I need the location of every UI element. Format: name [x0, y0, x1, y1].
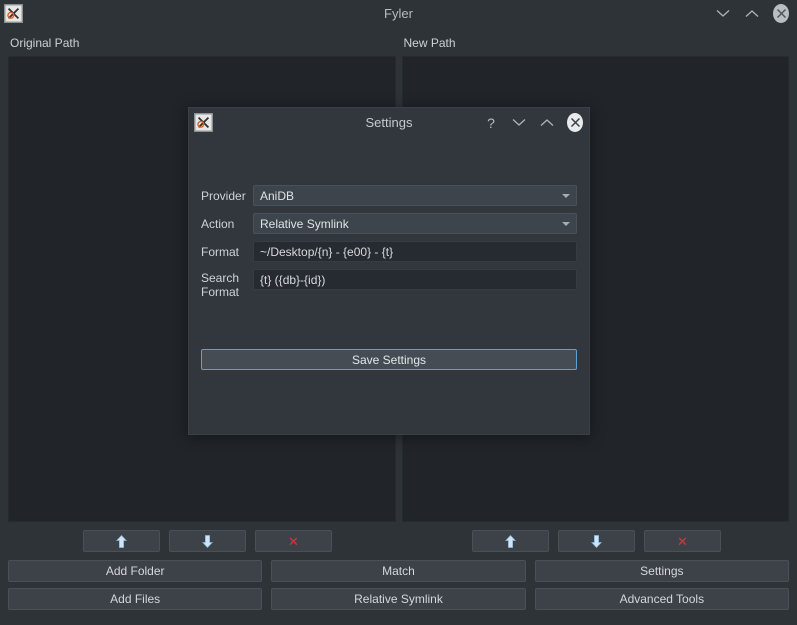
settings-dialog: Settings ? Provider AniDB Action Relativ… — [188, 107, 590, 435]
close-icon — [570, 117, 580, 128]
settings-button[interactable]: Settings — [534, 560, 789, 582]
add-files-button[interactable]: Add Files — [8, 588, 263, 610]
move-down-button-left[interactable] — [169, 530, 246, 552]
dialog-close-circle — [567, 113, 583, 132]
provider-row: Provider AniDB — [201, 185, 577, 206]
format-label: Format — [201, 244, 240, 259]
window-title: Fyler — [384, 5, 413, 21]
arrow-group-left: ✕ — [83, 530, 332, 552]
chevron-down-icon — [562, 221, 570, 226]
match-button[interactable]: Match — [271, 560, 526, 582]
action-value: Relative Symlink — [260, 216, 349, 231]
save-settings-wrap: Save Settings — [201, 349, 577, 434]
dialog-maximize-button[interactable] — [539, 115, 555, 131]
format-row: Format ~/Desktop/{n} - {e00} - {t} — [201, 241, 577, 262]
toolbar-row-2: Add Files Relative Symlink Advanced Tool… — [8, 588, 789, 610]
remove-button-left[interactable]: ✕ — [255, 530, 332, 552]
dialog-close-button[interactable] — [567, 113, 583, 132]
app-logo-icon — [4, 3, 23, 23]
search-format-label-line2: Format — [201, 285, 240, 299]
save-settings-button[interactable]: Save Settings — [201, 349, 577, 370]
chevron-down-icon — [716, 9, 730, 17]
dialog-controls: ? — [483, 113, 583, 132]
chevron-up-icon — [540, 119, 554, 126]
format-value: ~/Desktop/{n} - {e00} - {t} — [260, 244, 394, 259]
arrow-up-icon — [116, 534, 127, 548]
action-row: Action Relative Symlink — [201, 213, 577, 234]
bottom-toolbar: ✕ ✕ Add Folder Match Settings Add Files … — [0, 530, 797, 625]
new-path-label: New Path — [403, 36, 456, 50]
move-up-button-left[interactable] — [83, 530, 160, 552]
action-combobox[interactable]: Relative Symlink — [253, 213, 577, 234]
x-icon: ✕ — [677, 533, 688, 549]
arrow-group-right: ✕ — [472, 530, 721, 552]
remove-button-right[interactable]: ✕ — [644, 530, 721, 552]
maximize-button[interactable] — [744, 5, 760, 21]
action-label: Action — [201, 216, 235, 231]
dialog-minimize-button[interactable] — [511, 115, 527, 131]
x-icon: ✕ — [288, 533, 299, 549]
provider-label: Provider — [201, 188, 246, 203]
search-format-label: Search Format — [201, 269, 253, 299]
toolbar-row-1: Add Folder Match Settings — [8, 560, 789, 582]
arrow-up-icon — [505, 534, 516, 548]
format-input[interactable]: ~/Desktop/{n} - {e00} - {t} — [253, 241, 577, 262]
window-titlebar: Fyler — [0, 0, 797, 26]
help-button[interactable]: ? — [483, 115, 499, 131]
chevron-down-icon — [512, 119, 526, 126]
close-button-circle — [773, 3, 789, 23]
arrow-down-icon — [591, 534, 602, 548]
arrow-down-icon — [202, 534, 213, 548]
search-format-input[interactable]: {t} ({db}-{id}) — [253, 269, 577, 290]
close-button[interactable] — [773, 3, 789, 23]
dialog-body: Provider AniDB Action Relative Symlink F… — [189, 137, 589, 434]
arrow-button-row: ✕ ✕ — [8, 530, 789, 552]
chevron-up-icon — [745, 9, 759, 17]
move-down-button-right[interactable] — [558, 530, 635, 552]
app-logo-glyph — [4, 3, 23, 23]
original-path-label: Original Path — [10, 36, 80, 50]
search-format-label-line1: Search — [201, 271, 240, 285]
minimize-button[interactable] — [715, 5, 731, 21]
relative-symlink-button[interactable]: Relative Symlink — [271, 588, 526, 610]
advanced-tools-button[interactable]: Advanced Tools — [534, 588, 789, 610]
provider-combobox[interactable]: AniDB — [253, 185, 577, 206]
dialog-logo-glyph — [194, 113, 213, 132]
chevron-down-icon — [562, 193, 570, 198]
window-controls — [715, 3, 797, 23]
dialog-logo-icon — [194, 113, 213, 132]
provider-value: AniDB — [260, 188, 295, 203]
move-up-button-right[interactable] — [472, 530, 549, 552]
search-format-row: Search Format {t} ({db}-{id}) — [201, 269, 577, 299]
search-format-value: {t} ({db}-{id}) — [260, 272, 326, 287]
close-icon — [776, 8, 786, 18]
add-folder-button[interactable]: Add Folder — [8, 560, 263, 582]
dialog-titlebar: Settings ? — [189, 108, 589, 137]
